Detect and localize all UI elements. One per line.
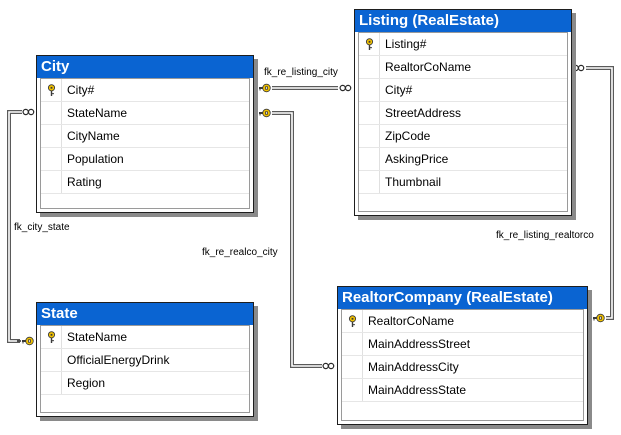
row-gutter: [342, 356, 363, 378]
column-row[interactable]: MainAddressCity: [342, 356, 583, 379]
column-name: MainAddressStreet: [368, 337, 471, 351]
column-name: AskingPrice: [385, 152, 449, 166]
row-gutter: [41, 349, 62, 371]
column-row[interactable]: Listing#: [359, 33, 567, 56]
primary-key-icon: [41, 79, 62, 101]
column-row[interactable]: City#: [359, 79, 567, 102]
primary-key-icon: [41, 326, 62, 348]
column-row[interactable]: OfficialEnergyDrink: [41, 349, 249, 372]
fk-re-realco-city-line[interactable]: [253, 108, 335, 370]
state-table[interactable]: State StateName OfficialEnergyDrink Region: [36, 302, 254, 417]
row-gutter: [41, 102, 62, 124]
fk-city-state-label: fk_city_state: [14, 222, 70, 233]
city-table-title[interactable]: City: [37, 56, 253, 78]
column-name: MainAddressState: [368, 383, 467, 397]
column-name: RealtorCoName: [368, 314, 455, 328]
row-gutter: [41, 372, 62, 394]
row-gutter: [41, 171, 62, 193]
city-table[interactable]: City City# StateName CityName Population Rat…: [36, 55, 254, 213]
column-row[interactable]: StateName: [41, 326, 249, 349]
realtor-company-table-title[interactable]: RealtorCompany (RealEstate): [338, 287, 587, 309]
column-name: MainAddressCity: [368, 360, 459, 374]
fk-re-listing-realtorco-line[interactable]: [572, 64, 614, 323]
row-gutter: [342, 333, 363, 355]
fk-re-realco-city-label: fk_re_realco_city: [202, 247, 278, 258]
row-gutter: [359, 125, 380, 147]
listing-table-columns: Listing# RealtorCoName City# StreetAddress Z…: [358, 32, 568, 212]
row-gutter: [359, 56, 380, 78]
listing-table[interactable]: Listing (RealEstate) Listing# RealtorCoNa…: [354, 9, 572, 216]
row-gutter: [359, 102, 380, 124]
column-name: City#: [67, 83, 95, 97]
column-row[interactable]: RealtorCoName: [359, 56, 567, 79]
column-row[interactable]: ZipCode: [359, 125, 567, 148]
column-name: Thumbnail: [385, 175, 442, 189]
row-gutter: [342, 379, 363, 401]
row-gutter: [359, 171, 380, 193]
column-row[interactable]: AskingPrice: [359, 148, 567, 171]
row-gutter: [359, 79, 380, 101]
column-name: Population: [67, 152, 124, 166]
fk-re-listing-city-line[interactable]: [253, 83, 352, 93]
state-table-title[interactable]: State: [37, 303, 253, 325]
column-row[interactable]: Thumbnail: [359, 171, 567, 194]
column-name: Rating: [67, 175, 102, 189]
column-row[interactable]: Population: [41, 148, 249, 171]
listing-table-title[interactable]: Listing (RealEstate): [355, 10, 571, 32]
row-gutter: [41, 125, 62, 147]
column-name: RealtorCoName: [385, 60, 472, 74]
column-name: ZipCode: [385, 129, 431, 143]
column-name: StateName: [67, 106, 128, 120]
column-row[interactable]: City#: [41, 79, 249, 102]
column-name: CityName: [67, 129, 120, 143]
column-name: StateName: [67, 330, 128, 344]
column-name: StreetAddress: [385, 106, 462, 120]
fk-re-listing-realtorco-label: fk_re_listing_realtorco: [496, 230, 594, 241]
column-row[interactable]: RealtorCoName: [342, 310, 583, 333]
primary-key-icon: [359, 33, 380, 55]
column-row[interactable]: MainAddressStreet: [342, 333, 583, 356]
primary-key-icon: [342, 310, 363, 332]
column-row[interactable]: StateName: [41, 102, 249, 125]
column-row[interactable]: CityName: [41, 125, 249, 148]
column-name: Listing#: [385, 37, 427, 51]
column-row[interactable]: Region: [41, 372, 249, 395]
row-gutter: [41, 148, 62, 170]
column-name: OfficialEnergyDrink: [67, 353, 170, 367]
realtor-company-table-columns: RealtorCoName MainAddressStreet MainAddres…: [341, 309, 584, 421]
column-name: Region: [67, 376, 106, 390]
fk-re-listing-city-label: fk_re_listing_city: [264, 67, 338, 78]
column-row[interactable]: MainAddressState: [342, 379, 583, 402]
state-table-columns: StateName OfficialEnergyDrink Region: [40, 325, 250, 413]
realtor-company-table[interactable]: RealtorCompany (RealEstate) RealtorCoNam…: [337, 286, 588, 425]
city-table-columns: City# StateName CityName Population Rating: [40, 78, 250, 209]
row-gutter: [359, 148, 380, 170]
column-name: City#: [385, 83, 413, 97]
column-row[interactable]: StreetAddress: [359, 102, 567, 125]
column-row[interactable]: Rating: [41, 171, 249, 194]
